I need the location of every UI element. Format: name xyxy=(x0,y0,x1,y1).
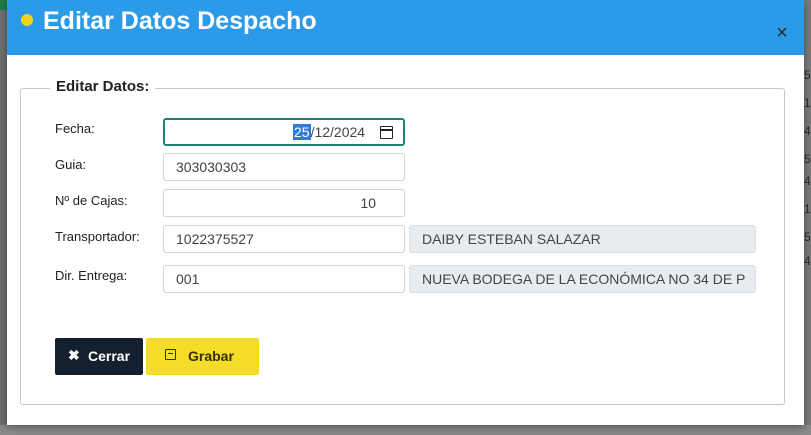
close-icon[interactable]: × xyxy=(773,23,791,43)
dir-entrega-address-field: NUEVA BODEGA DE LA ECONÓMICA NO 34 DE P xyxy=(409,265,756,293)
background-digit: 1 xyxy=(804,202,811,216)
fecha-date-input[interactable]: 25/12/2024 xyxy=(163,118,405,146)
status-dot-icon xyxy=(21,14,33,26)
cajas-number-input[interactable]: 10 xyxy=(163,189,405,217)
dir-entrega-label: Dir. Entrega: xyxy=(55,268,128,283)
transportador-label: Transportador: xyxy=(55,229,140,244)
form-legend: Editar Datos: xyxy=(50,78,156,95)
fecha-month-year: /12/2024 xyxy=(310,124,366,140)
guia-input[interactable]: 303030303 xyxy=(163,153,405,181)
modal-title: Editar Datos Despacho xyxy=(43,7,317,35)
cerrar-label: Cerrar xyxy=(88,348,131,364)
fecha-day-segment[interactable]: 25 xyxy=(293,124,311,140)
guia-label: Guia: xyxy=(55,157,87,172)
dir-entrega-code-input[interactable]: 001 xyxy=(163,265,405,293)
modal-header: Editar Datos Despacho × xyxy=(7,0,804,55)
grabar-button[interactable]: Grabar xyxy=(146,338,259,375)
background-digit: 5 xyxy=(804,68,811,82)
background-digit: 5 xyxy=(804,230,811,244)
calendar-icon[interactable] xyxy=(380,126,393,139)
close-icon: ✖ xyxy=(68,347,80,363)
transportador-name-field: DAIBY ESTEBAN SALAZAR xyxy=(409,225,756,253)
background-digit: 4 xyxy=(804,254,811,268)
background-digit: 1 xyxy=(804,96,811,110)
grabar-label: Grabar xyxy=(188,348,234,364)
fecha-label: Fecha: xyxy=(55,121,95,136)
cerrar-button[interactable]: ✖ Cerrar xyxy=(55,338,143,375)
background-digit: 4 xyxy=(804,124,811,138)
background-right-column xyxy=(803,0,811,435)
background-digit: 4 xyxy=(804,174,811,188)
save-icon xyxy=(165,349,176,360)
transportador-code-input[interactable]: 1022375527 xyxy=(163,225,405,253)
background-footer xyxy=(0,425,811,435)
background-digit: 5 xyxy=(804,152,811,166)
cajas-label: Nº de Cajas: xyxy=(55,193,128,208)
